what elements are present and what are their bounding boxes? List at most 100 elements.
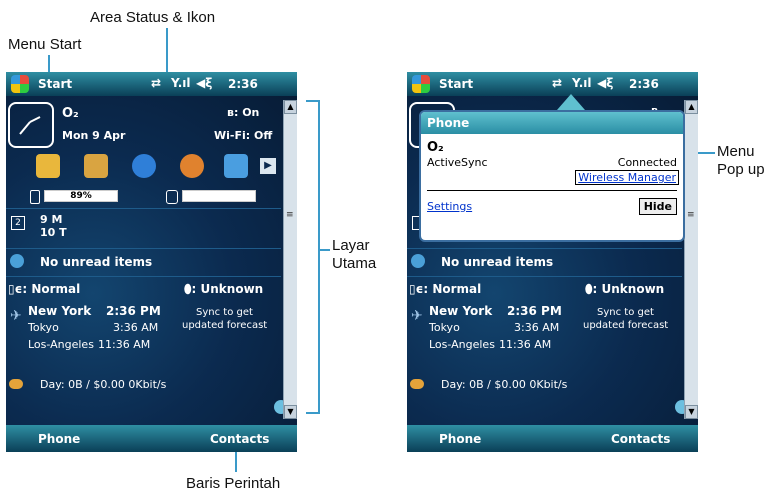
connector-layar-mid xyxy=(318,249,330,251)
network-status-text: : Unknown xyxy=(191,282,264,296)
sync-forecast-2[interactable]: updated forecast xyxy=(182,320,267,331)
weather-time-3: 11:36 AM xyxy=(98,338,151,351)
more-apps-arrow-icon[interactable]: ▶ xyxy=(260,158,276,174)
data-usage[interactable]: Day: 0B / $0.00 0Kbit/s xyxy=(441,378,567,391)
network-status[interactable]: ⬮: Unknown xyxy=(184,282,263,297)
popup-operator: O₂ xyxy=(427,140,444,155)
operator-name: O₂ xyxy=(62,106,79,121)
signal-icon[interactable]: Y.ıl xyxy=(572,76,592,90)
clock-face-icon[interactable] xyxy=(8,102,54,148)
usage-icon xyxy=(410,379,424,389)
connector-baris xyxy=(235,452,237,472)
weather-city-3[interactable]: Los-Angeles xyxy=(28,338,94,351)
windows-logo-icon[interactable] xyxy=(412,75,430,93)
popup-title: Phone xyxy=(421,112,683,134)
battery-icon xyxy=(30,190,40,204)
clock[interactable]: 2:36 xyxy=(629,77,659,91)
scrollbar[interactable]: ▲ ≡ ▼ xyxy=(684,100,698,419)
phone-profile-icon: ▯ϵ xyxy=(8,282,23,296)
calendar-entry-2[interactable]: 10 T xyxy=(40,226,67,239)
scroll-up-arrow-icon[interactable]: ▲ xyxy=(284,100,297,114)
divider xyxy=(407,248,682,249)
speaker-icon[interactable]: ◀ξ xyxy=(597,76,613,90)
connector-layar-bottom xyxy=(306,412,320,414)
weather-city-1[interactable]: New York xyxy=(28,304,91,318)
phone-right: Start ⇄ Y.ıl ◀ξ 2:36 ʙ No unread items ▯… xyxy=(407,72,698,452)
calendar-app-icon[interactable] xyxy=(84,154,108,178)
annotation-baris-perintah: Baris Perintah xyxy=(186,475,281,492)
inbox-icon xyxy=(411,254,425,268)
memory-icon xyxy=(166,190,178,204)
annotation-layar-utama: Layar Utama xyxy=(332,237,376,273)
weather-city-1[interactable]: New York xyxy=(429,304,492,318)
clock[interactable]: 2:36 xyxy=(228,77,258,91)
sync-forecast-2[interactable]: updated forecast xyxy=(583,320,668,331)
scroll-down-arrow-icon[interactable]: ▼ xyxy=(685,405,698,419)
inbox-icon xyxy=(10,254,24,268)
divider xyxy=(6,248,281,249)
today-screen: ʙ No unread items ▯ϵ: Normal ⬮: Unknown … xyxy=(407,94,698,425)
scrollbar[interactable]: ▲ ≡ ▼ xyxy=(283,100,297,419)
network-icon: ⬮ xyxy=(184,282,192,296)
phone-popup-menu: Phone O₂ ActiveSync Connected Wireless M… xyxy=(419,110,685,242)
network-icon: ⬮ xyxy=(585,282,593,296)
scroll-thumb[interactable]: ≡ xyxy=(687,210,695,220)
speaker-icon[interactable]: ◀ξ xyxy=(196,76,212,90)
internet-explorer-icon[interactable] xyxy=(132,154,156,178)
data-usage[interactable]: Day: 0B / $0.00 0Kbit/s xyxy=(40,378,166,391)
network-status-text: : Unknown xyxy=(592,282,665,296)
pictures-app-icon[interactable] xyxy=(224,154,248,178)
sync-forecast-1[interactable]: Sync to get xyxy=(196,307,253,318)
messages-status[interactable]: No unread items xyxy=(40,255,152,269)
profile-status-text: : Normal xyxy=(423,282,482,296)
weather-city-2[interactable]: Tokyo xyxy=(429,321,460,334)
softkey-phone[interactable]: Phone xyxy=(38,432,80,446)
command-bar: Phone Contacts xyxy=(6,425,297,452)
weather-time-1: 2:36 PM xyxy=(507,304,562,318)
softkey-contacts[interactable]: Contacts xyxy=(611,432,670,446)
weather-time-2: 3:36 AM xyxy=(113,321,159,334)
sync-arrows-icon[interactable]: ⇄ xyxy=(151,76,161,90)
popup-divider xyxy=(427,190,677,191)
activesync-label: ActiveSync xyxy=(427,156,488,169)
wireless-manager-link[interactable]: Wireless Manager xyxy=(575,170,679,185)
calendar-entry-1[interactable]: 9 M xyxy=(40,213,62,226)
status-bar: Start ⇄ Y.ıl ◀ξ 2:36 xyxy=(407,72,698,96)
command-bar: Phone Contacts xyxy=(407,425,698,452)
memory-meter[interactable] xyxy=(182,190,256,202)
airplane-icon: ✈ xyxy=(411,308,423,324)
calendar-icon: 2 xyxy=(11,216,25,230)
scroll-down-arrow-icon[interactable]: ▼ xyxy=(284,405,297,419)
profile-status[interactable]: ▯ϵ: Normal xyxy=(8,282,80,296)
windows-media-icon[interactable] xyxy=(180,154,204,178)
scroll-up-arrow-icon[interactable]: ▲ xyxy=(685,100,698,114)
bluetooth-status[interactable]: ʙ: On xyxy=(227,106,259,119)
wifi-status[interactable]: Wi-Fi: Off xyxy=(214,129,272,142)
weather-time-1: 2:36 PM xyxy=(106,304,161,318)
sync-forecast-1[interactable]: Sync to get xyxy=(597,307,654,318)
windows-logo-icon[interactable] xyxy=(11,75,29,93)
network-status[interactable]: ⬮: Unknown xyxy=(585,282,664,297)
start-menu[interactable]: Start xyxy=(439,77,473,91)
softkey-contacts[interactable]: Contacts xyxy=(210,432,269,446)
date-text[interactable]: Mon 9 Apr xyxy=(62,129,125,142)
scroll-thumb[interactable]: ≡ xyxy=(286,210,294,220)
connector-start xyxy=(48,55,50,73)
weather-city-3[interactable]: Los-Angeles xyxy=(429,338,495,351)
hide-button[interactable]: Hide xyxy=(638,198,677,215)
popup-pointer xyxy=(557,94,585,110)
annotation-menu-popup: Menu Pop up xyxy=(717,143,765,179)
weather-city-2[interactable]: Tokyo xyxy=(28,321,59,334)
messages-status[interactable]: No unread items xyxy=(441,255,553,269)
signal-icon[interactable]: Y.ıl xyxy=(171,76,191,90)
phone-profile-icon: ▯ϵ xyxy=(409,282,424,296)
battery-meter[interactable]: 89% xyxy=(44,190,118,202)
contacts-app-icon[interactable] xyxy=(36,154,60,178)
start-menu[interactable]: Start xyxy=(38,77,72,91)
softkey-phone[interactable]: Phone xyxy=(439,432,481,446)
airplane-icon: ✈ xyxy=(10,308,22,324)
divider xyxy=(407,276,682,277)
settings-link[interactable]: Settings xyxy=(427,200,472,213)
sync-arrows-icon[interactable]: ⇄ xyxy=(552,76,562,90)
profile-status[interactable]: ▯ϵ: Normal xyxy=(409,282,481,296)
